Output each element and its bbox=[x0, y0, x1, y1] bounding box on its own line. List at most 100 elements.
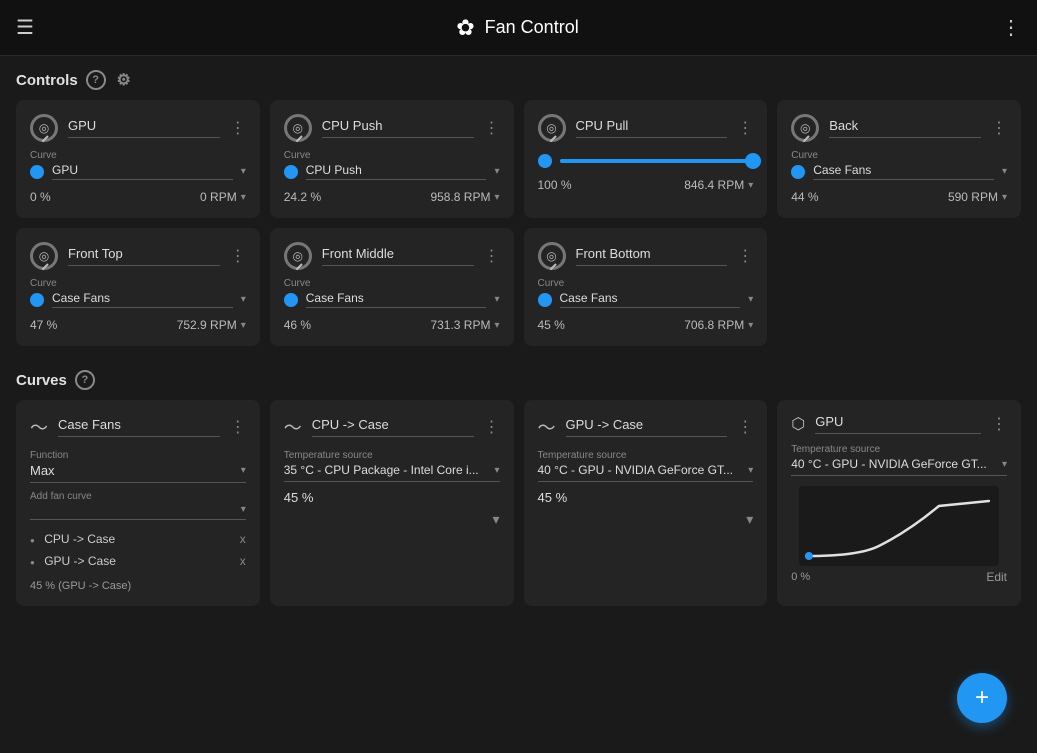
curve-label-front-middle: Curve bbox=[284, 278, 500, 289]
curve-card-menu-gpu-case[interactable]: ⋮ bbox=[737, 417, 753, 437]
controls-settings-icon[interactable]: ⚙ bbox=[114, 70, 134, 90]
curve-arrow-front-bottom: ▾ bbox=[748, 294, 753, 305]
temp-text-gpu-case: 40 °C - GPU - NVIDIA GeForce GT... bbox=[538, 463, 734, 477]
fan-curve-label-cpu: CPU -> Case bbox=[44, 532, 115, 546]
curve-card-title-cpu-case: CPU -> Case bbox=[312, 417, 474, 437]
curve-card-menu-cpu-case[interactable]: ⋮ bbox=[484, 417, 500, 437]
slider-thumb-cpu-pull[interactable] bbox=[745, 153, 761, 169]
curve-select-gpu[interactable]: GPU ▾ bbox=[30, 163, 246, 180]
rpm-value-front-top: 752.9 RPM bbox=[177, 318, 237, 332]
card-menu-gpu[interactable]: ⋮ bbox=[230, 118, 246, 138]
slider-track-cpu-pull[interactable] bbox=[560, 159, 754, 163]
chevron-front-top: ▾ bbox=[241, 320, 246, 331]
controls-section-header: Controls ? ⚙ bbox=[0, 56, 1037, 100]
curve-card-title-gpu-chart: GPU bbox=[815, 414, 981, 434]
function-label-case-fans: Function bbox=[30, 450, 246, 461]
rpm-gpu: 0 RPM ▾ bbox=[200, 190, 246, 204]
percent-front-middle: 46 % bbox=[284, 318, 311, 332]
curve-card-header-cpu-case: 〜 CPU -> Case ⋮ bbox=[284, 414, 500, 440]
curve-select-cpu-push[interactable]: CPU Push ▾ bbox=[284, 163, 500, 180]
curve-card-case-fans: 〜 Case Fans ⋮ Function Max ▾ Add fan cur… bbox=[16, 400, 260, 606]
fan-curve-remove-gpu[interactable]: x bbox=[240, 554, 246, 568]
rpm-front-top: 752.9 RPM ▾ bbox=[177, 318, 246, 332]
curve-name-cpu-push: CPU Push bbox=[306, 163, 487, 180]
add-fan-select-case-fans[interactable]: ▾ bbox=[30, 504, 246, 520]
percent-gpu: 0 % bbox=[30, 190, 51, 204]
card-title-front-middle: Front Middle bbox=[322, 246, 474, 266]
curve-card-menu-case-fans[interactable]: ⋮ bbox=[230, 417, 246, 437]
header: ☰ ✿ Fan Control ⋮ bbox=[0, 0, 1037, 56]
curves-section-header: Curves ? bbox=[0, 356, 1037, 400]
temp-label-gpu-case: Temperature source bbox=[538, 450, 754, 461]
case-fans-footer: 45 % (GPU -> Case) bbox=[30, 580, 246, 592]
curve-icon-gpu-case: 〜 bbox=[538, 414, 556, 440]
expand-cpu-case[interactable]: ▾ bbox=[492, 511, 499, 527]
temp-arrow-gpu-case: ▾ bbox=[748, 465, 753, 476]
curves-help-icon[interactable]: ? bbox=[75, 370, 95, 390]
rpm-value-front-middle: 731.3 RPM bbox=[430, 318, 490, 332]
curve-card-title-case-fans: Case Fans bbox=[58, 417, 220, 437]
percent-back: 44 % bbox=[791, 190, 818, 204]
curve-icon-gpu-chart: ⬡ bbox=[791, 414, 805, 434]
card-menu-back[interactable]: ⋮ bbox=[991, 118, 1007, 138]
add-fab-button[interactable]: + bbox=[957, 673, 1007, 723]
fan-curve-remove-cpu[interactable]: x bbox=[240, 532, 246, 546]
controls-help-icon[interactable]: ? bbox=[86, 70, 106, 90]
curve-select-back[interactable]: Case Fans ▾ bbox=[791, 163, 1007, 180]
card-stats-front-bottom: 45 % 706.8 RPM ▾ bbox=[538, 318, 754, 332]
card-stats-cpu-push: 24.2 % 958.8 RPM ▾ bbox=[284, 190, 500, 204]
curve-card-header-gpu-case: 〜 GPU -> Case ⋮ bbox=[538, 414, 754, 440]
slider-cpu-pull[interactable] bbox=[538, 154, 754, 168]
curve-select-front-middle[interactable]: Case Fans ▾ bbox=[284, 291, 500, 308]
fan-curve-label-gpu: GPU -> Case bbox=[44, 554, 116, 568]
curve-card-header-case-fans: 〜 Case Fans ⋮ bbox=[30, 414, 246, 440]
function-select-case-fans[interactable]: Max ▾ bbox=[30, 463, 246, 483]
expand-gpu-case[interactable]: ▾ bbox=[746, 511, 753, 527]
curve-arrow-cpu-push: ▾ bbox=[494, 166, 499, 177]
curve-label-gpu: Curve bbox=[30, 150, 246, 161]
percent-cpu-push: 24.2 % bbox=[284, 190, 321, 204]
percent-cpu-pull: 100 % bbox=[538, 178, 572, 192]
card-curve-front-middle: Curve Case Fans ▾ bbox=[284, 278, 500, 308]
curve-select-front-top[interactable]: Case Fans ▾ bbox=[30, 291, 246, 308]
curve-card-menu-gpu-chart[interactable]: ⋮ bbox=[991, 414, 1007, 434]
gpu-chart-edit-button[interactable]: Edit bbox=[986, 570, 1007, 584]
curve-icon-case-fans: 〜 bbox=[30, 414, 48, 440]
card-header-cpu-pull: ◎ CPU Pull ⋮ bbox=[538, 114, 754, 142]
card-menu-cpu-pull[interactable]: ⋮ bbox=[737, 118, 753, 138]
curve-label-cpu-push: Curve bbox=[284, 150, 500, 161]
card-stats-back: 44 % 590 RPM ▾ bbox=[791, 190, 1007, 204]
card-title-front-bottom: Front Bottom bbox=[576, 246, 728, 266]
rpm-back: 590 RPM ▾ bbox=[948, 190, 1007, 204]
curve-card-gpu-chart: ⬡ GPU ⋮ Temperature source 40 °C - GPU -… bbox=[777, 400, 1021, 606]
temp-value-gpu-case[interactable]: 40 °C - GPU - NVIDIA GeForce GT... ▾ bbox=[538, 463, 754, 482]
card-menu-front-bottom[interactable]: ⋮ bbox=[737, 246, 753, 266]
gauge-icon-cpu-push: ◎ bbox=[284, 114, 312, 142]
function-value-case-fans: Max bbox=[30, 463, 55, 478]
curve-select-front-bottom[interactable]: Case Fans ▾ bbox=[538, 291, 754, 308]
card-menu-front-middle[interactable]: ⋮ bbox=[484, 246, 500, 266]
curve-dot-front-middle bbox=[284, 293, 298, 307]
percent-front-top: 47 % bbox=[30, 318, 57, 332]
curve-name-front-bottom: Case Fans bbox=[560, 291, 741, 308]
chevron-cpu-push: ▾ bbox=[494, 192, 499, 203]
card-menu-cpu-push[interactable]: ⋮ bbox=[484, 118, 500, 138]
gauge-icon-cpu-pull: ◎ bbox=[538, 114, 566, 142]
gpu-chart-percent: 0 % bbox=[791, 571, 810, 583]
rpm-front-middle: 731.3 RPM ▾ bbox=[430, 318, 499, 332]
card-title-back: Back bbox=[829, 118, 981, 138]
card-menu-front-top[interactable]: ⋮ bbox=[230, 246, 246, 266]
gpu-chart bbox=[791, 486, 1007, 566]
fan-icon: ✿ bbox=[456, 15, 474, 41]
fan-curve-item-cpu: ● CPU -> Case x bbox=[30, 528, 246, 550]
temp-value-gpu-chart[interactable]: 40 °C - GPU - NVIDIA GeForce GT... ▾ bbox=[791, 457, 1007, 476]
slider-dot-cpu-pull bbox=[538, 154, 552, 168]
gauge-icon-back: ◎ bbox=[791, 114, 819, 142]
gauge-icon-gpu: ◎ bbox=[30, 114, 58, 142]
temp-value-cpu-case[interactable]: 35 °C - CPU Package - Intel Core i... ▾ bbox=[284, 463, 500, 482]
app-menu-button[interactable]: ⋮ bbox=[1001, 15, 1021, 40]
chevron-front-middle: ▾ bbox=[494, 320, 499, 331]
menu-icon[interactable]: ☰ bbox=[16, 15, 34, 40]
app-title-container: ✿ Fan Control bbox=[456, 15, 578, 41]
rpm-value-front-bottom: 706.8 RPM bbox=[684, 318, 744, 332]
